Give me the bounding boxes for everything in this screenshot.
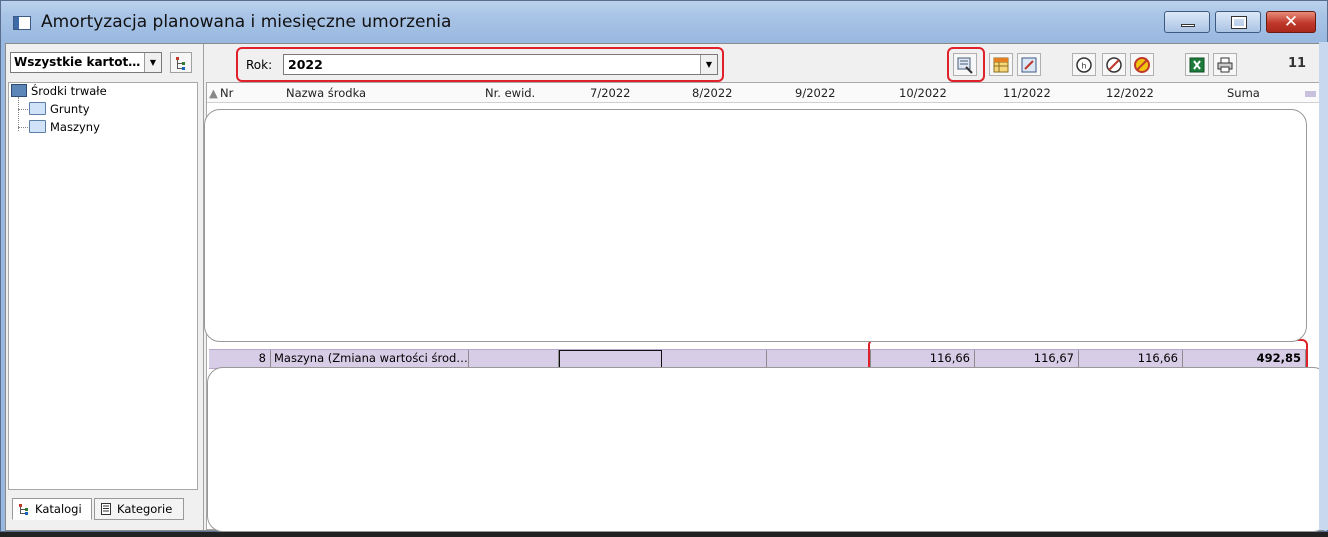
tab-label: Katalogi bbox=[35, 502, 82, 516]
column-header-m10[interactable]: 10/2022 bbox=[899, 86, 947, 100]
folder-icon bbox=[29, 102, 46, 115]
application-window: Amortyzacja planowana i miesięczne umorz… bbox=[0, 0, 1328, 532]
maximize-icon bbox=[1231, 16, 1247, 29]
minimize-button[interactable] bbox=[1164, 11, 1210, 33]
cell-m8[interactable] bbox=[662, 350, 767, 368]
tab-label: Kategorie bbox=[117, 502, 173, 516]
column-header-name[interactable]: Nazwa środka bbox=[286, 86, 366, 100]
svg-text:h: h bbox=[1081, 62, 1086, 71]
window-client-area: Wszystkie kartot… ▼ Środki trwałe Grunty… bbox=[5, 43, 1328, 532]
catalog-filter-value: Wszystkie kartot… bbox=[14, 55, 141, 69]
title-bar[interactable]: Amortyzacja planowana i miesięczne umorz… bbox=[1, 1, 1328, 43]
minimize-icon bbox=[1181, 24, 1195, 27]
grid-header: ▲ Nr Nazwa środka Nr. ewid. 7/2022 8/202… bbox=[207, 83, 1322, 103]
highlight-year bbox=[236, 47, 724, 82]
column-header-m12[interactable]: 12/2022 bbox=[1106, 86, 1154, 100]
computer-icon bbox=[11, 84, 27, 97]
tree-item-label: Środki trwałe bbox=[31, 84, 107, 98]
column-header-m9[interactable]: 9/2022 bbox=[795, 86, 835, 100]
record-count: 11 bbox=[1288, 56, 1307, 71]
cell-ewid[interactable] bbox=[469, 350, 559, 368]
column-header-nr[interactable]: Nr bbox=[220, 86, 233, 100]
catalog-filter-dropdown[interactable]: Wszystkie kartot… ▼ bbox=[10, 52, 162, 73]
tree-item-label: Maszyny bbox=[50, 120, 100, 134]
cell-nr[interactable]: 8 bbox=[209, 350, 271, 368]
column-header-m8[interactable]: 8/2022 bbox=[692, 86, 732, 100]
column-chooser-icon[interactable] bbox=[1305, 91, 1316, 97]
desktop-bottom-edge bbox=[0, 532, 1328, 537]
cell-name[interactable]: Maszyna (Zmiana wartości środ… bbox=[271, 350, 469, 368]
document-icon bbox=[101, 503, 111, 515]
tree-view-button[interactable] bbox=[170, 52, 192, 73]
cancel-button[interactable] bbox=[1130, 53, 1154, 76]
tab-kategorie[interactable]: Kategorie bbox=[94, 498, 184, 520]
table-button[interactable] bbox=[989, 53, 1013, 76]
history-icon: h bbox=[1076, 57, 1092, 73]
close-button[interactable]: ✕ bbox=[1266, 11, 1316, 33]
column-header-suma[interactable]: Suma bbox=[1227, 86, 1260, 100]
history-button[interactable]: h bbox=[1072, 53, 1096, 76]
clear-icon bbox=[1106, 57, 1122, 73]
redaction-overlay-top bbox=[204, 109, 1307, 342]
tree-icon bbox=[19, 504, 28, 515]
tab-katalogi[interactable]: Katalogi bbox=[12, 498, 92, 520]
left-panel: Wszystkie kartot… ▼ Środki trwałe Grunty… bbox=[6, 44, 204, 530]
window-title: Amortyzacja planowana i miesięczne umorz… bbox=[41, 12, 452, 32]
table-icon bbox=[993, 57, 1009, 73]
sort-asc-icon[interactable]: ▲ bbox=[209, 86, 218, 100]
chevron-down-icon[interactable]: ▼ bbox=[144, 53, 161, 72]
column-header-ewid[interactable]: Nr. ewid. bbox=[485, 86, 535, 100]
redaction-overlay-bottom bbox=[207, 367, 1328, 532]
maximize-button[interactable] bbox=[1215, 11, 1261, 33]
print-icon bbox=[1217, 57, 1233, 73]
highlight-calculate bbox=[947, 47, 985, 82]
column-header-m7[interactable]: 7/2022 bbox=[590, 86, 630, 100]
cell-m9[interactable] bbox=[767, 350, 871, 368]
tree-item-grunty[interactable]: Grunty bbox=[29, 102, 90, 116]
tree-item-maszyny[interactable]: Maszyny bbox=[29, 120, 100, 134]
close-icon: ✕ bbox=[1283, 12, 1299, 32]
excel-export-button[interactable] bbox=[1185, 53, 1209, 76]
folder-icon bbox=[29, 120, 46, 133]
background-strip bbox=[1319, 42, 1328, 530]
print-button[interactable] bbox=[1213, 53, 1237, 76]
window-icon bbox=[13, 16, 31, 30]
column-header-m11[interactable]: 11/2022 bbox=[1003, 86, 1051, 100]
tree-item-label: Grunty bbox=[50, 102, 90, 116]
cell-m7[interactable] bbox=[559, 350, 662, 368]
clear-button[interactable] bbox=[1102, 53, 1126, 76]
cancel-icon bbox=[1134, 57, 1150, 73]
tree-item-srodki-trwale[interactable]: Środki trwałe bbox=[11, 84, 107, 98]
edit-icon bbox=[1021, 57, 1037, 73]
edit-button[interactable] bbox=[1017, 53, 1041, 76]
tree-icon bbox=[176, 57, 185, 70]
catalog-tree[interactable]: Środki trwałe Grunty Maszyny bbox=[8, 82, 198, 490]
excel-icon bbox=[1189, 57, 1205, 73]
